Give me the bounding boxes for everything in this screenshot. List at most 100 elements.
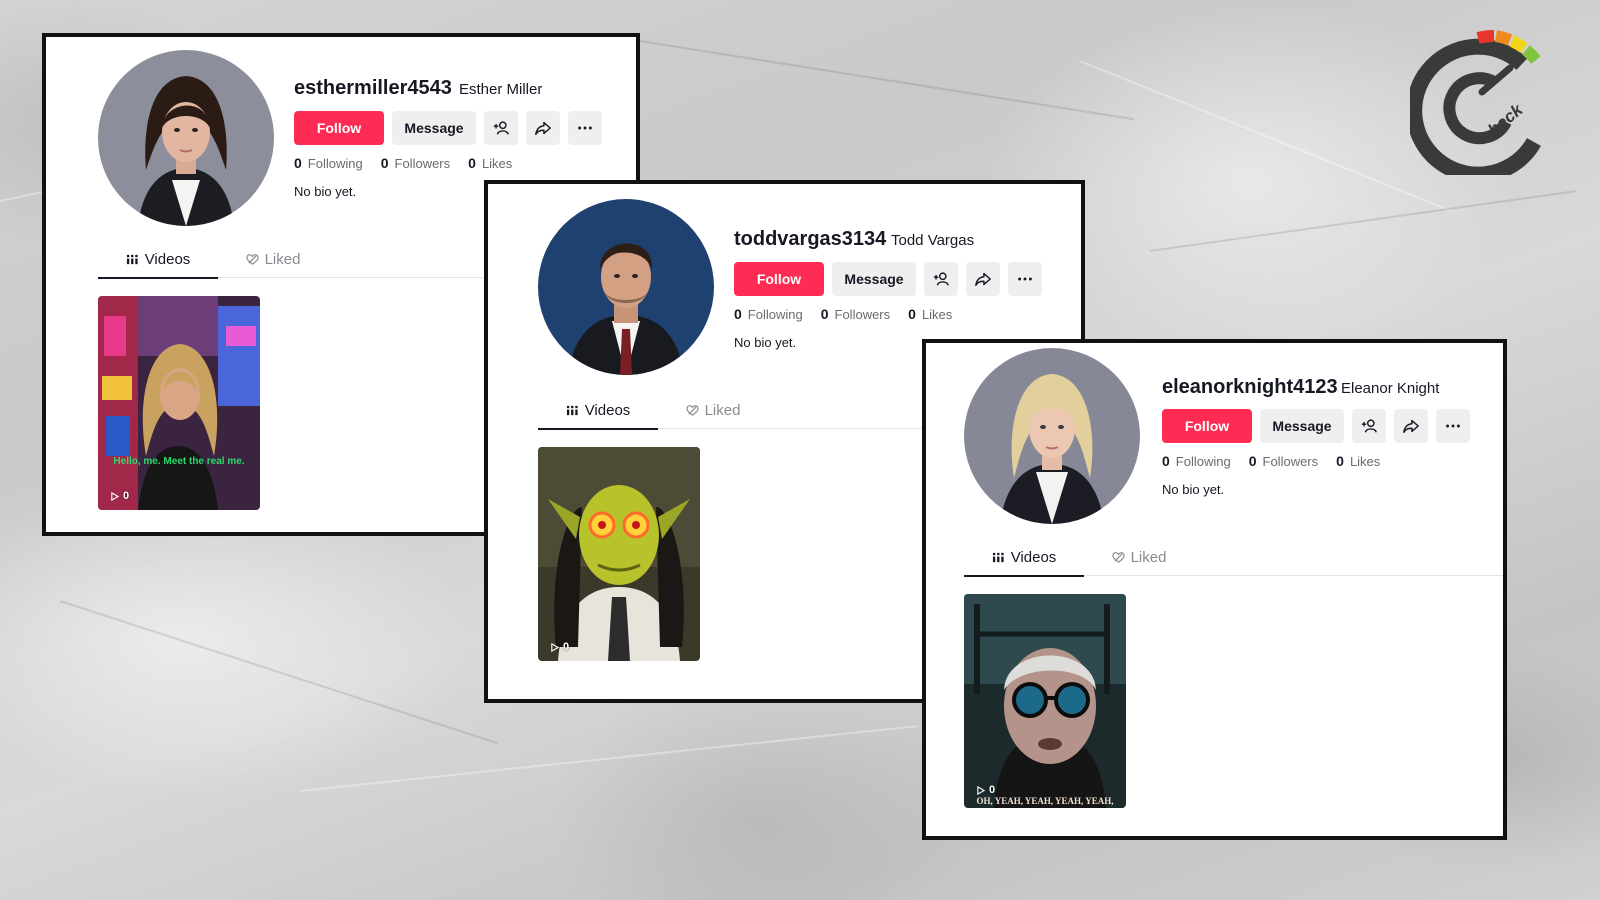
liked-heart-icon	[685, 404, 699, 416]
tab-videos[interactable]: Videos	[98, 240, 218, 279]
play-icon	[551, 642, 559, 652]
more-icon	[578, 126, 592, 130]
more-icon	[1018, 277, 1032, 281]
likes-label: Likes	[921, 307, 953, 322]
following-label: Following	[747, 307, 803, 322]
tab-liked-label: Liked	[264, 250, 301, 268]
more-button[interactable]	[568, 111, 602, 145]
username: eleanorknight4123	[1162, 376, 1338, 398]
followers-label: Followers	[394, 156, 451, 171]
video-thumbnail[interactable]: OH, YEAH, YEAH, YEAH, YEAH, 0	[964, 594, 1126, 808]
share-button[interactable]	[1394, 409, 1428, 443]
liked-heart-icon	[245, 253, 259, 265]
follow-button[interactable]: Follow	[294, 111, 384, 145]
followers-count: 0	[380, 155, 389, 171]
following-count: 0	[294, 155, 302, 171]
username: toddvargas3134	[734, 228, 887, 250]
video-thumbnail-image	[98, 296, 260, 510]
tab-videos-label: Videos	[144, 250, 191, 268]
play-count: 0	[110, 490, 129, 502]
likes-stat: 0 Likes	[468, 155, 512, 171]
add-friend-icon	[493, 121, 509, 135]
likes-label: Likes	[481, 156, 513, 171]
share-button[interactable]	[526, 111, 560, 145]
followers-label: Followers	[834, 307, 891, 322]
svg-text:heck: heck	[1484, 99, 1527, 139]
followers-count: 0	[820, 306, 829, 322]
likes-stat: 0 Likes	[1336, 453, 1380, 469]
avatar-image	[98, 50, 274, 226]
followers-label: Followers	[1262, 454, 1319, 469]
share-icon	[1403, 419, 1419, 434]
follow-button[interactable]: Follow	[1162, 409, 1252, 443]
following-count: 0	[1162, 453, 1170, 469]
share-button[interactable]	[966, 262, 1000, 296]
share-icon	[975, 272, 991, 287]
tab-liked[interactable]: Liked	[658, 391, 768, 429]
followers-count: 0	[1248, 453, 1257, 469]
following-stat[interactable]: 0 Following	[1162, 453, 1231, 469]
tab-liked-label: Liked	[704, 401, 741, 419]
videos-grid-icon	[992, 552, 1004, 562]
more-button[interactable]	[1008, 262, 1042, 296]
video-thumbnail[interactable]: 0	[538, 447, 700, 661]
following-stat[interactable]: 0 Following	[734, 306, 803, 322]
following-count: 0	[734, 306, 742, 322]
profile-tabs: Videos Liked	[964, 538, 1503, 577]
message-button[interactable]: Message	[1260, 409, 1344, 443]
likes-label: Likes	[1349, 454, 1381, 469]
likes-count: 0	[468, 155, 476, 171]
profile-stats: 0 Following 0 Followers 0 Likes	[1162, 453, 1380, 469]
likes-count: 0	[908, 306, 916, 322]
display-name: Todd Vargas	[891, 232, 975, 249]
videos-grid-icon	[566, 405, 578, 415]
bio: No bio yet.	[294, 184, 357, 199]
avatar-image	[964, 348, 1140, 524]
videos-grid-icon	[126, 254, 138, 264]
followers-stat[interactable]: 0 Followers	[1249, 453, 1318, 469]
tab-videos-label: Videos	[584, 401, 631, 419]
video-thumbnail-image	[964, 594, 1126, 808]
tab-videos-label: Videos	[1010, 548, 1057, 566]
tab-videos[interactable]: Videos	[538, 391, 658, 430]
add-friend-button[interactable]	[1352, 409, 1386, 443]
avatar[interactable]	[98, 50, 274, 226]
play-count-value: 0	[123, 490, 130, 502]
tab-videos[interactable]: Videos	[964, 538, 1084, 577]
following-label: Following	[1175, 454, 1231, 469]
video-thumbnail[interactable]: Hello, me. Meet the real me. 0	[98, 296, 260, 510]
display-name: Esther Miller	[459, 81, 543, 98]
play-count: 0	[976, 784, 995, 796]
play-count-value: 0	[989, 784, 996, 796]
message-button[interactable]: Message	[832, 262, 916, 296]
tab-liked[interactable]: Liked	[218, 240, 328, 278]
add-friend-icon	[1361, 419, 1377, 433]
tab-liked-label: Liked	[1130, 548, 1167, 566]
liked-heart-icon	[1111, 551, 1125, 563]
avatar[interactable]	[964, 348, 1140, 524]
message-button[interactable]: Message	[392, 111, 476, 145]
check-logo: heck	[1406, 29, 1550, 183]
following-stat[interactable]: 0 Following	[294, 155, 363, 171]
username: esthermiller4543	[294, 77, 452, 99]
bio: No bio yet.	[1162, 482, 1225, 497]
bio: No bio yet.	[734, 335, 797, 350]
share-icon	[535, 121, 551, 136]
followers-stat[interactable]: 0 Followers	[821, 306, 890, 322]
likes-count: 0	[1336, 453, 1344, 469]
play-count: 0	[550, 641, 569, 653]
profile-card-eleanor: eleanorknight4123 Eleanor Knight Follow …	[922, 339, 1507, 840]
avatar[interactable]	[538, 199, 714, 375]
play-icon	[977, 785, 985, 795]
follow-button[interactable]: Follow	[734, 262, 824, 296]
add-friend-button[interactable]	[484, 111, 518, 145]
display-name: Eleanor Knight	[1341, 380, 1440, 397]
add-friend-button[interactable]	[924, 262, 958, 296]
following-label: Following	[307, 156, 363, 171]
more-button[interactable]	[1436, 409, 1470, 443]
more-icon	[1446, 424, 1460, 428]
tab-liked[interactable]: Liked	[1084, 538, 1194, 576]
play-count-value: 0	[563, 641, 570, 653]
followers-stat[interactable]: 0 Followers	[381, 155, 450, 171]
video-caption: Hello, me. Meet the real me.	[113, 456, 245, 467]
